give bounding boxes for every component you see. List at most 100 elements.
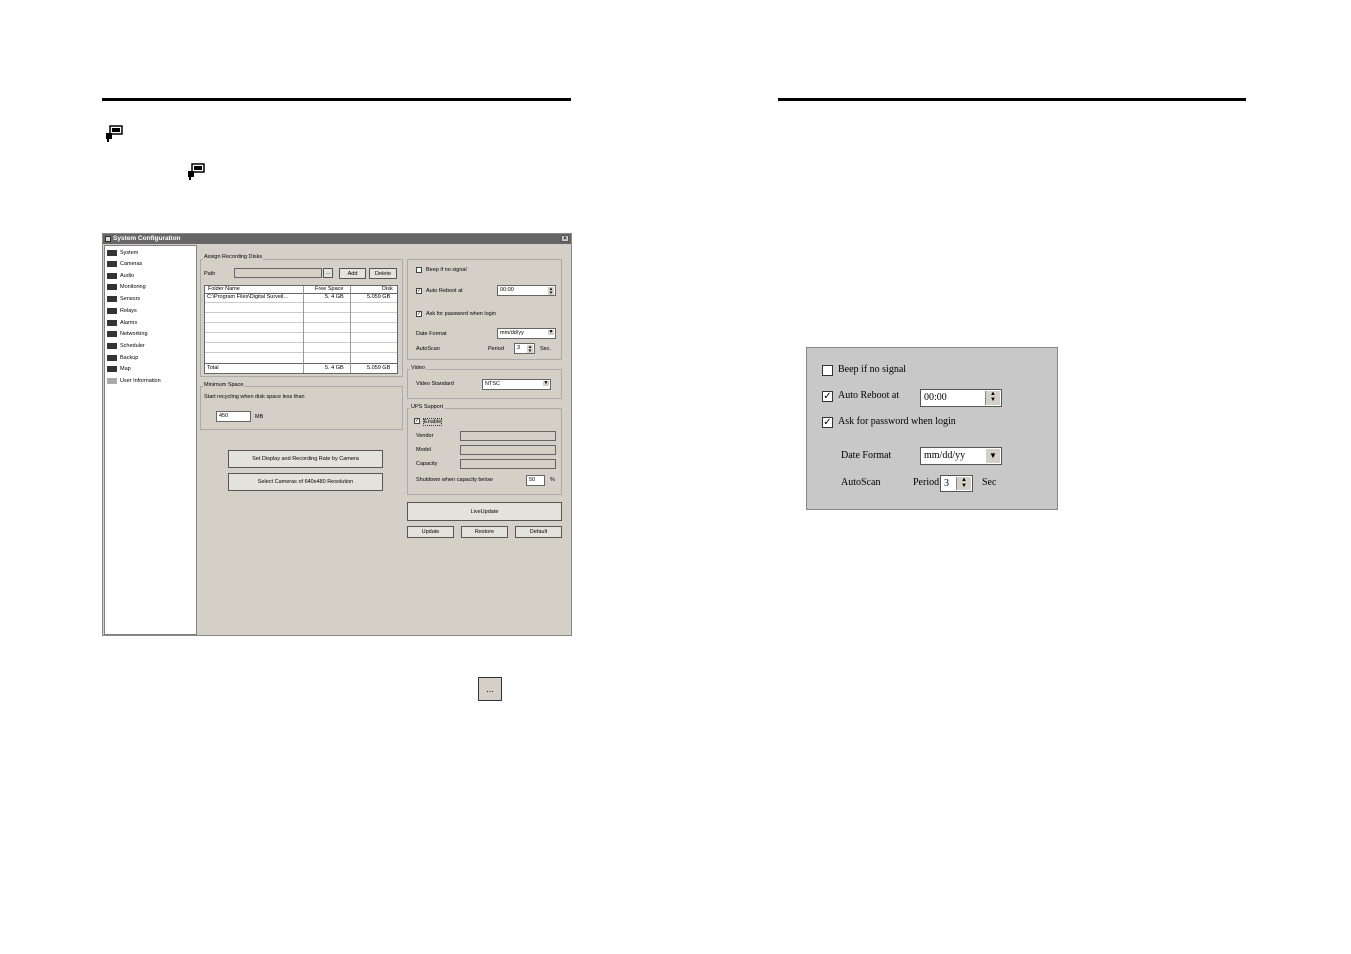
disk-cell: 5.059 GB <box>367 294 391 300</box>
column-header-free-space[interactable]: Free Space <box>315 286 343 292</box>
chevron-down-icon[interactable]: ▼ <box>543 381 549 386</box>
zoom-period-input[interactable]: 3 ▲ ▼ <box>940 475 973 492</box>
vendor-input[interactable] <box>460 431 556 441</box>
window-app-icon <box>105 236 111 242</box>
default-button[interactable]: Default <box>515 526 562 538</box>
date-format-label: Date Format <box>416 331 447 337</box>
backup-icon <box>107 354 117 361</box>
period-label: Period <box>488 346 504 352</box>
path-browse-button[interactable]: ... <box>323 268 333 278</box>
chevron-down-icon[interactable]: ▼ <box>986 449 1000 463</box>
video-standard-select[interactable]: NTSC ▼ <box>482 379 551 390</box>
total-free-space: 5. 4 GB <box>325 365 344 371</box>
sidebar-item-alarms[interactable]: Alarms <box>107 318 137 328</box>
period-input[interactable]: 3 ▴ ▾ <box>514 343 535 354</box>
zoom-period-value: 3 <box>944 478 949 489</box>
window-title: System Configuration <box>113 235 181 242</box>
chevron-down-icon[interactable]: ▼ <box>548 330 554 335</box>
sidebar-item-cameras[interactable]: Cameras <box>107 259 142 269</box>
network-icon <box>107 330 117 337</box>
model-label: Model <box>416 447 431 453</box>
zoom-auto-reboot-time-input[interactable]: 00:00 ▲ ▼ <box>920 389 1002 407</box>
sidebar-item-relays[interactable]: Relays <box>107 306 137 316</box>
system-icon <box>188 163 205 180</box>
right-page-rule <box>778 98 1246 101</box>
percent-label: % <box>550 477 555 483</box>
video-standard-label: Video Standard <box>416 381 454 387</box>
add-disk-button[interactable]: Add <box>339 268 366 279</box>
delete-disk-button[interactable]: Delete <box>369 268 397 279</box>
audio-icon <box>107 272 117 279</box>
path-input[interactable] <box>234 268 322 278</box>
spinner-arrows-icon[interactable]: ▲ ▼ <box>985 391 1000 405</box>
date-format-select[interactable]: mm/dd/yy ▼ <box>497 328 556 339</box>
restore-button[interactable]: Restore <box>461 526 508 538</box>
close-button[interactable]: × <box>561 235 569 242</box>
sidebar-item-backup[interactable]: Backup <box>107 353 138 363</box>
user-icon <box>107 377 117 384</box>
sidebar-item-system[interactable]: System <box>107 248 138 258</box>
recording-disks-label: Assign Recording Disks <box>203 254 264 260</box>
sec-label: Sec. <box>540 346 552 352</box>
ups-support-label: UPS Support <box>410 404 445 410</box>
set-display-recording-rate-button[interactable]: Set Display and Recording Rate by Camera <box>228 450 383 468</box>
auto-reboot-time-input[interactable]: 00:00 ▴ ▾ <box>497 285 556 296</box>
capacity-label: Capacity <box>416 461 438 467</box>
model-input[interactable] <box>460 445 556 455</box>
minimum-space-group <box>200 386 403 430</box>
disk-table: Folder Name Free Space Disk C:\Program F… <box>204 285 398 374</box>
minimum-space-input[interactable]: 450 <box>216 411 251 422</box>
liveupdate-button[interactable]: LiveUpdate <box>407 502 562 521</box>
ask-password-checkbox[interactable]: ✓ <box>416 311 422 317</box>
auto-reboot-time-value: 00:00 <box>500 287 514 293</box>
video-label: Video <box>410 365 426 371</box>
minimum-space-description: Start recycling when disk space less tha… <box>204 394 305 400</box>
select-640x480-cameras-button[interactable]: Select Cameras of 640x480 Resolution <box>228 473 383 491</box>
zoom-date-format-label: Date Format <box>841 450 892 461</box>
capacity-input[interactable] <box>460 459 556 469</box>
zoom-period-label: Period <box>913 477 940 488</box>
spinner-arrows-icon[interactable]: ▴ ▾ <box>527 345 533 353</box>
free-space-cell: 5. 4 GB <box>325 294 344 300</box>
ask-password-label: Ask for password when login <box>426 311 497 317</box>
beep-checkbox[interactable] <box>416 267 422 273</box>
vendor-label: Vendor <box>416 433 434 439</box>
column-header-folder[interactable]: Folder Name <box>208 286 240 292</box>
alarm-icon <box>107 319 117 326</box>
zoom-beep-label: Beep if no signal <box>838 364 907 375</box>
date-format-value: mm/dd/yy <box>500 330 524 336</box>
spinner-arrows-icon[interactable]: ▲ ▼ <box>956 477 971 490</box>
sidebar-item-scheduler[interactable]: Scheduler <box>107 341 145 351</box>
auto-reboot-label: Auto Reboot at <box>426 288 463 294</box>
system-configuration-window: System Configuration × System Cameras Au… <box>102 233 572 636</box>
auto-reboot-checkbox[interactable]: ✓ <box>416 288 422 294</box>
browse-button[interactable]: ... <box>478 677 502 701</box>
window-titlebar[interactable]: System Configuration × <box>103 234 571 244</box>
camera-icon <box>107 260 117 267</box>
zoom-ask-password-checkbox[interactable]: ✓ <box>822 417 833 428</box>
sidebar-item-audio[interactable]: Audio <box>107 271 134 281</box>
sidebar-item-sensors[interactable]: Sensors <box>107 294 140 304</box>
minimum-space-label: Minimum Space <box>203 382 245 388</box>
minimum-space-unit: MB <box>255 414 264 420</box>
sidebar-item-user-information[interactable]: User Information <box>107 376 161 386</box>
ups-enable-checkbox[interactable]: ✓ <box>414 418 420 424</box>
zoom-auto-reboot-checkbox[interactable]: ✓ <box>822 391 833 402</box>
zoom-ask-password-label: Ask for password when login <box>838 416 956 427</box>
spinner-arrows-icon[interactable]: ▴ ▾ <box>548 287 554 295</box>
sidebar-item-monitoring[interactable]: Monitoring <box>107 282 146 292</box>
shutdown-capacity-input[interactable]: 50 <box>526 475 545 486</box>
sidebar-item-map[interactable]: Map <box>107 364 131 374</box>
shutdown-label: Shutdown when capacity below <box>416 477 493 483</box>
zoom-date-format-select[interactable]: mm/dd/yy ▼ <box>920 447 1002 465</box>
relay-icon <box>107 307 117 314</box>
zoom-beep-checkbox[interactable] <box>822 365 833 376</box>
monitor-icon <box>107 283 117 290</box>
update-button[interactable]: Update <box>407 526 454 538</box>
ups-enable-label: Enable <box>423 418 443 426</box>
zoom-auto-reboot-time-value: 00:00 <box>924 392 947 403</box>
video-standard-value: NTSC <box>485 381 500 387</box>
sidebar-item-networking[interactable]: Networking <box>107 329 148 339</box>
zoom-date-format-value: mm/dd/yy <box>924 450 966 461</box>
column-header-disk[interactable]: Disk <box>382 286 393 292</box>
